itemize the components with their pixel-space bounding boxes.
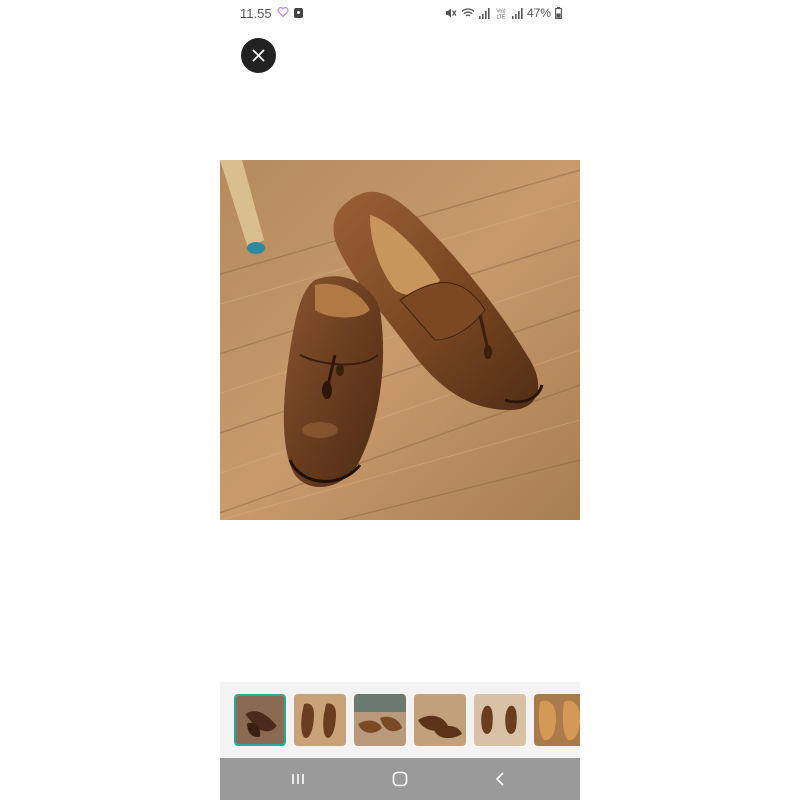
thumbnail-3[interactable] [354, 694, 406, 746]
back-icon [495, 772, 504, 786]
thumbnail-6[interactable] [534, 694, 580, 746]
thumbnail-4[interactable] [414, 694, 466, 746]
main-product-image[interactable] [220, 160, 580, 520]
back-button[interactable] [486, 767, 514, 791]
battery-icon [555, 7, 562, 19]
home-button[interactable] [386, 767, 414, 791]
close-icon [252, 49, 265, 62]
signal-icon [478, 7, 490, 19]
volte-icon: Vo)) LTE [496, 8, 506, 20]
battery-percent: 47% [526, 6, 551, 20]
thumbnail-image [474, 694, 526, 746]
status-time: 11.55 [240, 6, 272, 21]
status-bar: 11.55 Vo)) LTE 47% [220, 0, 580, 28]
thumbnail-image [414, 694, 466, 746]
status-icons: Vo)) LTE 47% [445, 5, 562, 21]
thumbnail-5[interactable] [474, 694, 526, 746]
navigation-bar [220, 758, 580, 800]
wifi-icon [461, 8, 475, 17]
thumbnail-1[interactable] [234, 694, 286, 746]
recents-icon [292, 774, 304, 784]
loafers-photo [220, 160, 580, 520]
close-button[interactable] [241, 38, 276, 73]
notification-icon [294, 8, 303, 18]
thumbnail-image [354, 694, 406, 746]
thumbnail-strip [220, 682, 580, 758]
svg-text:LTE: LTE [497, 14, 506, 20]
signal-icon [511, 7, 523, 19]
thumbnail-image [236, 696, 284, 744]
recents-button[interactable] [284, 767, 312, 791]
thumbnail-image [294, 694, 346, 746]
heart-icon [277, 7, 289, 18]
thumbnail-2[interactable] [294, 694, 346, 746]
thumbnail-image [534, 694, 580, 746]
mute-icon [445, 8, 457, 18]
phone-screen: 11.55 Vo)) LTE 47% [220, 0, 580, 800]
home-icon [392, 771, 408, 787]
